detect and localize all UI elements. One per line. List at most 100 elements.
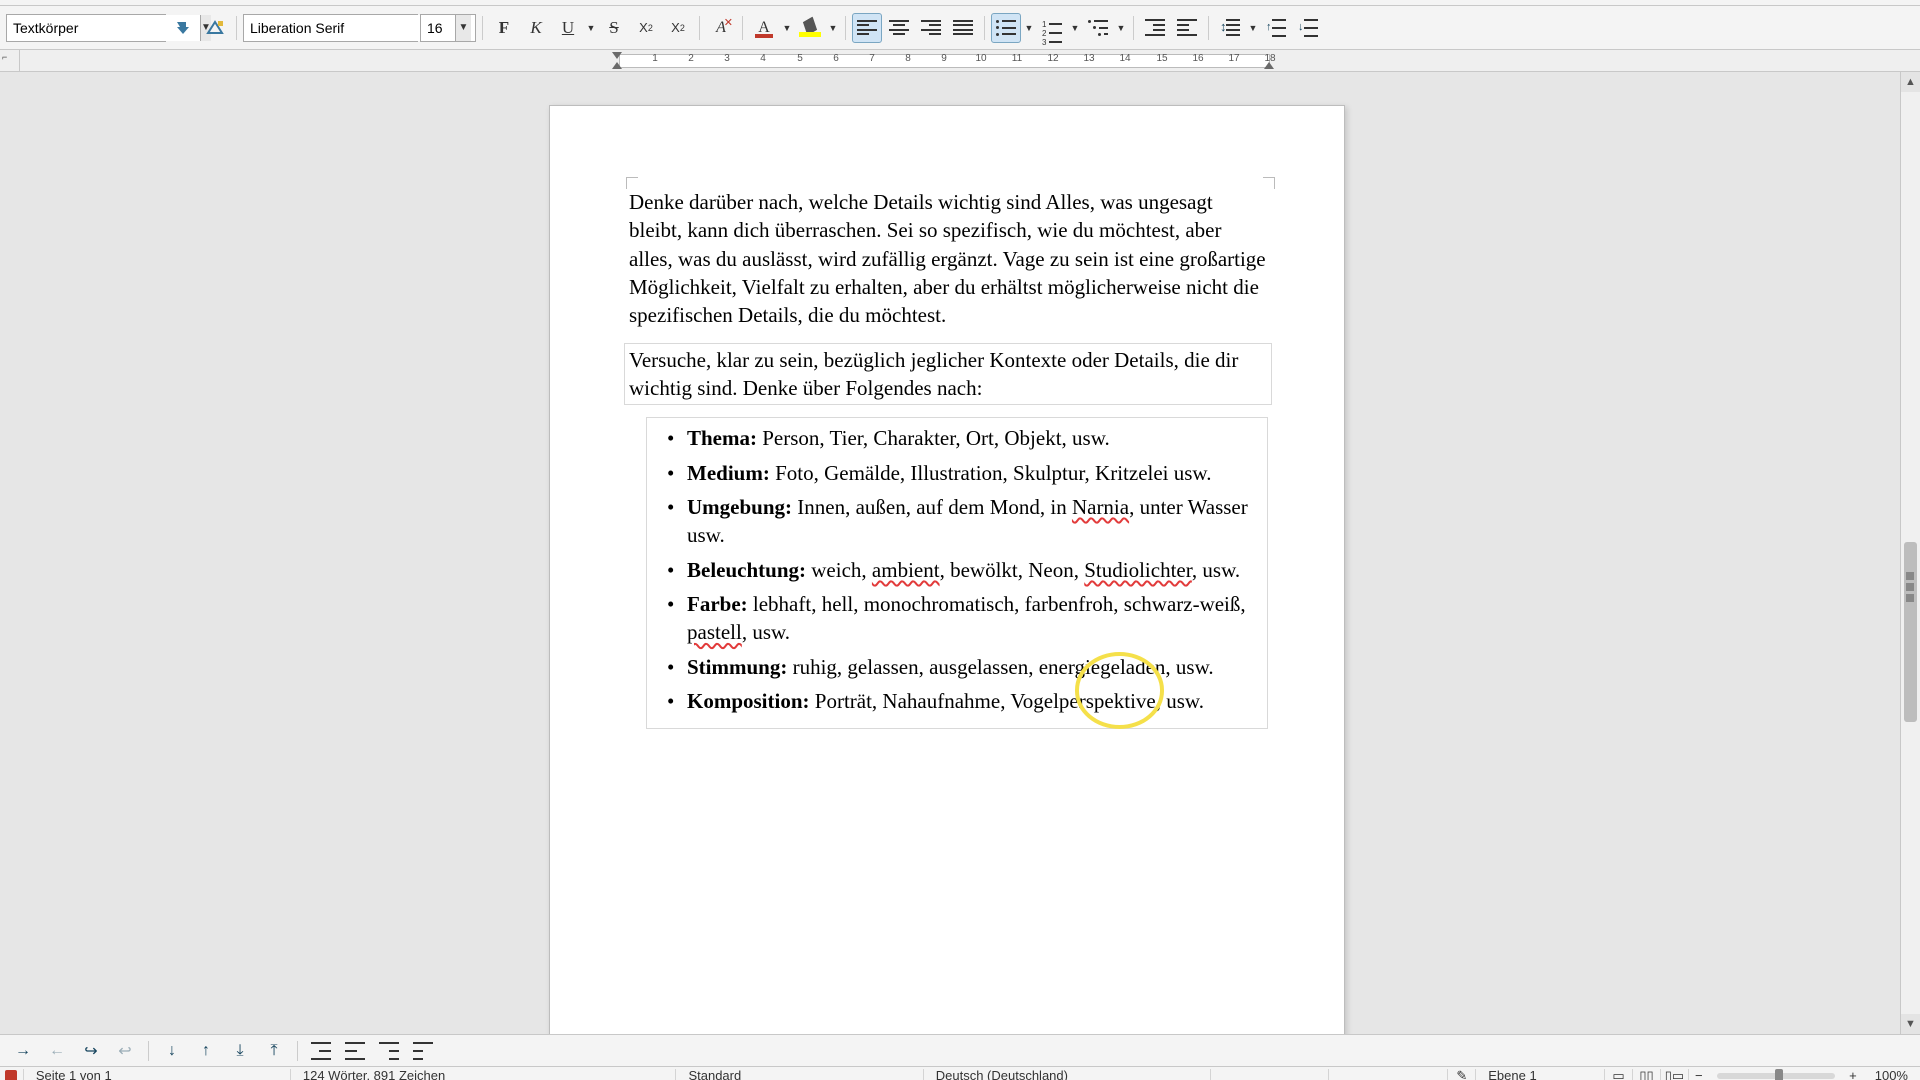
list-item[interactable]: Farbe: lebhaft, hell, monochromatisch, f…: [687, 590, 1261, 647]
font-name-input[interactable]: [244, 15, 437, 41]
clear-formatting-button[interactable]: A✕: [706, 13, 736, 43]
paragraph[interactable]: Versuche, klar zu sein, bezüglich jeglic…: [625, 344, 1271, 405]
bullet-list-dropdown[interactable]: ▼: [1023, 13, 1035, 43]
view-multi-page-icon[interactable]: ▯▯: [1633, 1069, 1661, 1080]
promote-sub-icon[interactable]: [374, 1038, 404, 1064]
zoom-in-button[interactable]: +: [1843, 1069, 1863, 1080]
font-size-combo[interactable]: ▼: [420, 14, 476, 42]
navigator-handle-icon[interactable]: [1903, 572, 1917, 602]
promote-icon[interactable]: [306, 1038, 336, 1064]
outline-button[interactable]: [1083, 13, 1113, 43]
font-size-input[interactable]: [421, 15, 455, 41]
ruler-number: 2: [688, 53, 694, 64]
nav-back-icon[interactable]: ←: [42, 1038, 72, 1064]
align-left-button[interactable]: [852, 13, 882, 43]
nav-page-up-icon[interactable]: ⤒: [259, 1038, 289, 1064]
ruler-number: 3: [724, 53, 730, 64]
view-book-icon[interactable]: ▯▭: [1661, 1069, 1689, 1080]
superscript-button[interactable]: X2: [631, 13, 661, 43]
status-page-style[interactable]: Standard: [676, 1069, 923, 1080]
ruler-number: 17: [1228, 53, 1239, 64]
font-name-combo[interactable]: ▼: [243, 14, 418, 42]
update-style-icon[interactable]: [168, 13, 198, 43]
ruler-number: 9: [941, 53, 947, 64]
separator: [845, 16, 846, 40]
scroll-down-button[interactable]: ▼: [1901, 1014, 1920, 1034]
numbered-list-button[interactable]: 123: [1037, 13, 1067, 43]
paragraph-style-combo[interactable]: ▼: [6, 14, 166, 42]
scrollbar-thumb[interactable]: [1904, 542, 1917, 722]
increase-indent-button[interactable]: [1140, 13, 1170, 43]
underline-dropdown[interactable]: ▼: [585, 13, 597, 43]
nav-back-alt-icon[interactable]: ↩: [110, 1038, 140, 1064]
list-item[interactable]: Komposition: Porträt, Nahaufnahme, Vogel…: [687, 687, 1261, 715]
demote-icon[interactable]: [340, 1038, 370, 1064]
page[interactable]: Denke darüber nach, welche Details wicht…: [549, 105, 1345, 1034]
separator: [148, 1041, 149, 1061]
outline-dropdown[interactable]: ▼: [1115, 13, 1127, 43]
italic-button[interactable]: K: [521, 13, 551, 43]
font-color-button[interactable]: A: [749, 13, 779, 43]
line-spacing-dropdown[interactable]: ▼: [1247, 13, 1259, 43]
vertical-scrollbar[interactable]: ▲ ▼: [1900, 72, 1920, 1034]
bold-button[interactable]: F: [489, 13, 519, 43]
demote-sub-icon[interactable]: [408, 1038, 438, 1064]
zoom-slider-knob[interactable]: [1775, 1069, 1783, 1080]
list-item[interactable]: Medium: Foto, Gemälde, Illustration, Sku…: [687, 459, 1261, 487]
paragraph[interactable]: Denke darüber nach, welche Details wicht…: [629, 188, 1267, 330]
new-style-icon[interactable]: [200, 13, 230, 43]
nav-forward-alt-icon[interactable]: ↪: [76, 1038, 106, 1064]
zoom-out-button[interactable]: −: [1689, 1069, 1709, 1080]
horizontal-ruler[interactable]: 123456789101112131415161718: [20, 50, 1920, 71]
decrease-indent-button[interactable]: [1172, 13, 1202, 43]
strikethrough-button[interactable]: S: [599, 13, 629, 43]
ruler-number: 6: [833, 53, 839, 64]
nav-up-icon[interactable]: ↑: [191, 1038, 221, 1064]
status-outline-level[interactable]: Ebene 1: [1476, 1069, 1605, 1080]
list-item[interactable]: Stimmung: ruhig, gelassen, ausgelassen, …: [687, 653, 1261, 681]
align-justify-button[interactable]: [948, 13, 978, 43]
list-item[interactable]: Umgebung: Innen, außen, auf dem Mond, in…: [687, 493, 1261, 550]
document-workspace: Denke darüber nach, welche Details wicht…: [0, 72, 1920, 1034]
nav-down-icon[interactable]: ↓: [157, 1038, 187, 1064]
highlight-button[interactable]: [795, 13, 825, 43]
font-color-swatch: [755, 34, 773, 38]
ruler-number: 8: [905, 53, 911, 64]
bullet-list[interactable]: Thema: Person, Tier, Charakter, Ort, Obj…: [647, 418, 1267, 727]
align-right-button[interactable]: [916, 13, 946, 43]
list-item[interactable]: Thema: Person, Tier, Charakter, Ort, Obj…: [687, 424, 1261, 452]
ruler-number: 13: [1083, 53, 1094, 64]
increase-para-spacing-button[interactable]: ↑: [1261, 13, 1291, 43]
separator: [482, 16, 483, 40]
status-language[interactable]: Deutsch (Deutschland): [924, 1069, 1211, 1080]
document-body[interactable]: Denke darüber nach, welche Details wicht…: [629, 188, 1267, 728]
list-item[interactable]: Beleuchtung: weich, ambient, bewölkt, Ne…: [687, 556, 1261, 584]
align-center-button[interactable]: [884, 13, 914, 43]
status-word-count[interactable]: 124 Wörter, 891 Zeichen: [291, 1069, 677, 1080]
highlight-dropdown[interactable]: ▼: [827, 13, 839, 43]
zoom-percent[interactable]: 100%: [1863, 1069, 1920, 1080]
bullet-list-button[interactable]: [991, 13, 1021, 43]
nav-page-down-icon[interactable]: ⤓: [225, 1038, 255, 1064]
scroll-up-button[interactable]: ▲: [1901, 72, 1920, 92]
ruler-number: 11: [1012, 53, 1022, 64]
decrease-para-spacing-button[interactable]: ↓: [1293, 13, 1323, 43]
status-insert-mode[interactable]: [1211, 1069, 1330, 1080]
chevron-down-icon[interactable]: ▼: [455, 15, 471, 41]
numbered-list-dropdown[interactable]: ▼: [1069, 13, 1081, 43]
underline-button[interactable]: U: [553, 13, 583, 43]
navigation-toolbar: → ← ↪ ↩ ↓ ↑ ⤓ ⤒: [0, 1034, 1920, 1066]
save-status-icon[interactable]: [0, 1069, 24, 1080]
status-page[interactable]: Seite 1 von 1: [24, 1069, 291, 1080]
toolbar-formatting: ▼ ▼ ▼ F K U ▼ S X2 X2 A✕ A ▼ ▼ ▼ 123 ▼: [0, 6, 1920, 50]
ruler-number: 5: [797, 53, 803, 64]
status-selection-mode[interactable]: [1329, 1069, 1448, 1080]
subscript-button[interactable]: X2: [663, 13, 693, 43]
separator: [236, 16, 237, 40]
font-color-dropdown[interactable]: ▼: [781, 13, 793, 43]
zoom-slider[interactable]: [1717, 1073, 1836, 1079]
line-spacing-button[interactable]: ↕: [1215, 13, 1245, 43]
status-signature-icon[interactable]: ✎: [1448, 1069, 1476, 1080]
view-single-page-icon[interactable]: ▭: [1605, 1069, 1633, 1080]
nav-forward-icon[interactable]: →: [8, 1038, 38, 1064]
